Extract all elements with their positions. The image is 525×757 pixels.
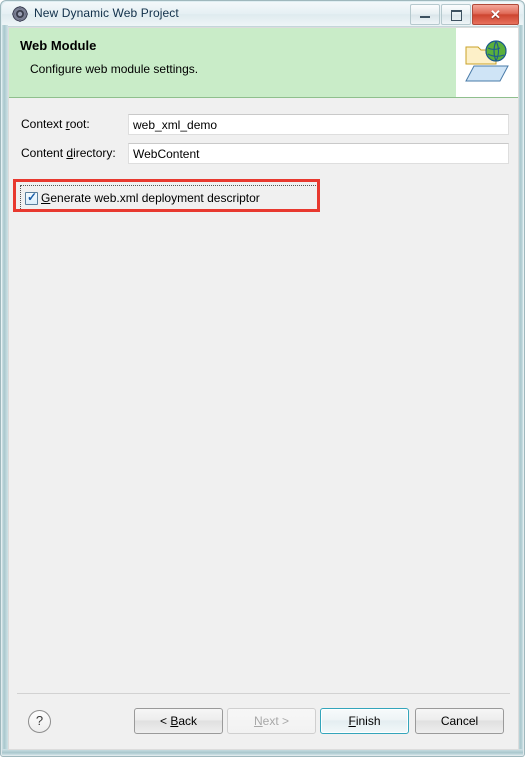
dialog-client-area: Web Module Configure web module settings… <box>8 27 519 750</box>
content-directory-row: Content directory: <box>9 143 518 165</box>
context-root-row: Context root: <box>9 114 518 136</box>
finish-button[interactable]: Finish <box>320 708 409 734</box>
close-icon: ✕ <box>490 7 501 22</box>
window-controls: ✕ <box>409 4 519 25</box>
wizard-banner: Web Module Configure web module settings… <box>9 28 518 98</box>
checkbox-box[interactable]: ✓ <box>25 189 38 205</box>
next-button[interactable]: Next > <box>227 708 316 734</box>
minimize-icon <box>420 16 430 18</box>
content-directory-label: Content directory: <box>21 146 116 160</box>
dialog-window: New Dynamic Web Project ✕ Web Module Con… <box>0 0 525 757</box>
page-title: Web Module <box>20 38 97 53</box>
banner-icon-container <box>456 28 518 97</box>
cancel-button[interactable]: Cancel <box>415 708 504 734</box>
generate-webxml-label: Generate web.xml deployment descriptor <box>41 191 260 205</box>
content-directory-input[interactable] <box>128 143 509 164</box>
back-button[interactable]: < Back <box>134 708 223 734</box>
page-subtitle: Configure web module settings. <box>30 62 199 76</box>
window-title: New Dynamic Web Project <box>34 6 179 20</box>
checkmark-icon: ✓ <box>27 189 38 204</box>
context-root-label: Context root: <box>21 117 90 131</box>
minimize-button[interactable] <box>410 4 440 25</box>
maximize-button[interactable] <box>441 4 471 25</box>
maximize-icon <box>451 10 462 21</box>
close-button[interactable]: ✕ <box>472 4 519 25</box>
web-folder-globe-icon <box>462 38 512 87</box>
title-bar[interactable]: New Dynamic Web Project ✕ <box>2 2 523 27</box>
footer-separator <box>17 693 510 694</box>
eclipse-wizard-icon <box>12 6 28 22</box>
context-root-input[interactable] <box>128 114 509 135</box>
help-button[interactable]: ? <box>28 710 51 733</box>
generate-webxml-checkbox[interactable]: ✓ Generate web.xml deployment descriptor <box>20 185 318 211</box>
